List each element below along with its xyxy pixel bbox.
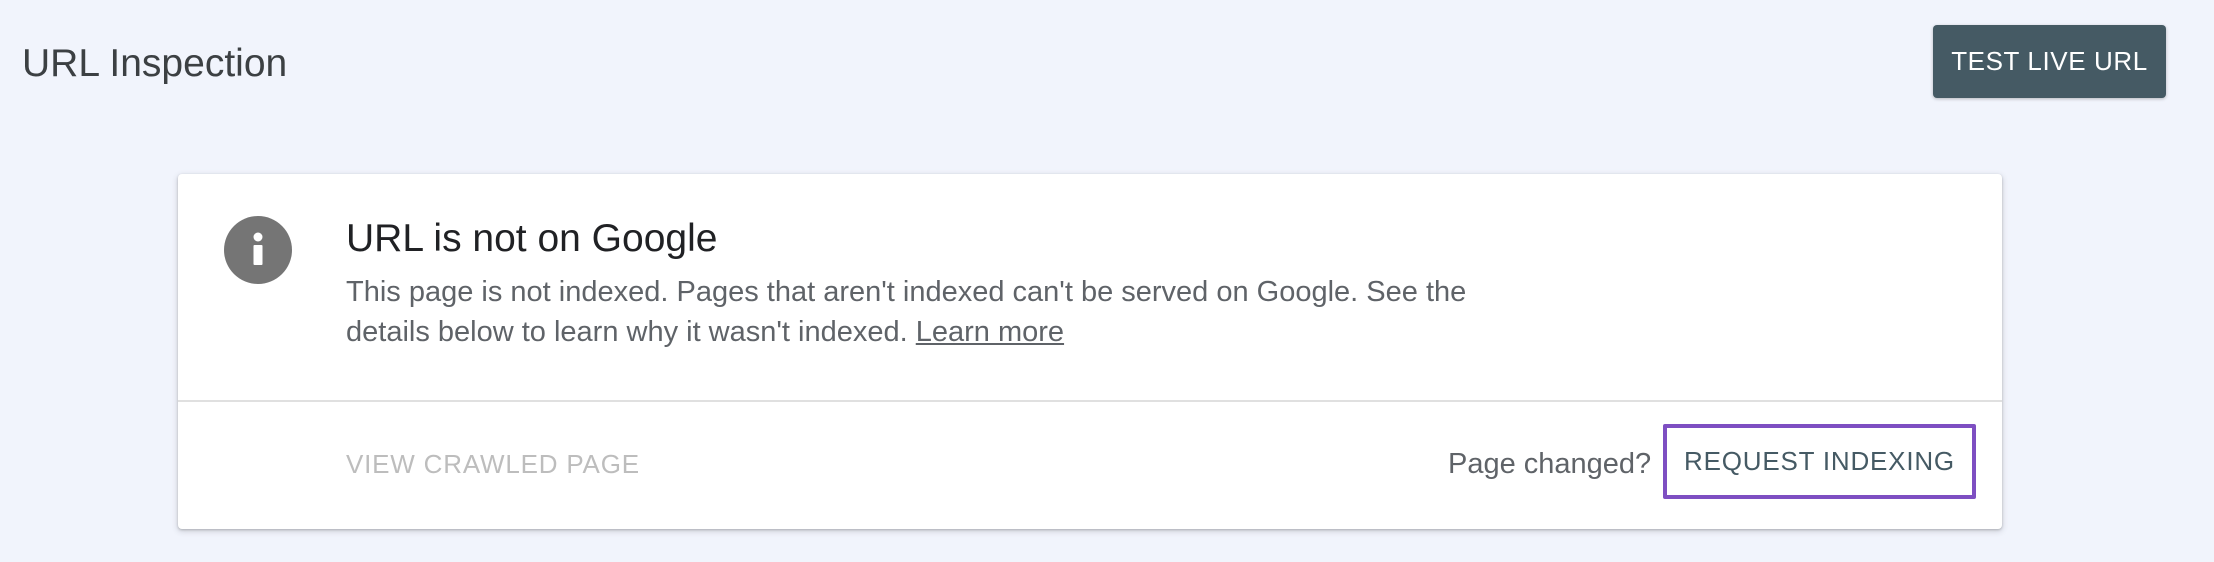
index-status-title: URL is not on Google <box>346 217 718 260</box>
page-header: URL Inspection TEST LIVE URL <box>0 0 2214 120</box>
page-changed-label: Page changed? <box>1448 448 1652 480</box>
index-status-card: URL is not on Google This page is not in… <box>178 174 2002 529</box>
learn-more-link[interactable]: Learn more <box>916 316 1064 348</box>
card-divider <box>178 400 2002 402</box>
view-crawled-page-button[interactable]: VIEW CRAWLED PAGE <box>346 442 640 486</box>
index-status-description: This page is not indexed. Pages that are… <box>346 272 1526 352</box>
page-title: URL Inspection <box>22 42 288 85</box>
test-live-url-button[interactable]: TEST LIVE URL <box>1933 25 2166 98</box>
index-status-description-text: This page is not indexed. Pages that are… <box>346 276 1467 348</box>
request-indexing-button[interactable]: REQUEST INDEXING <box>1663 424 1976 499</box>
info-icon <box>224 216 292 284</box>
